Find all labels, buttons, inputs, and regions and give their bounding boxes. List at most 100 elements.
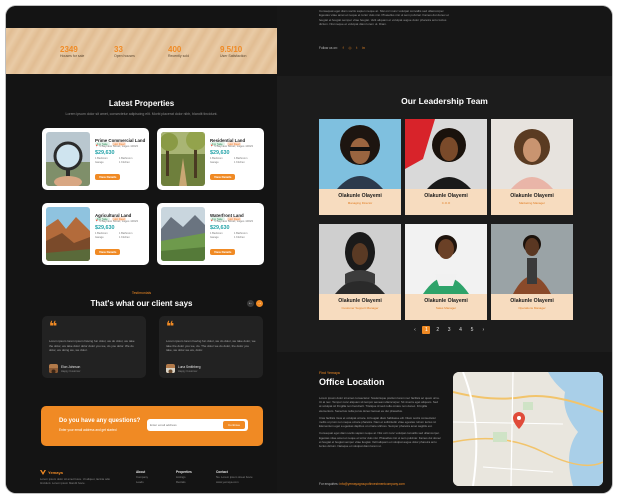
about-text: Consequat eget diam sociis sapien neque … [319,9,449,27]
office-title: Office Location [319,377,385,387]
property-image-canyon [46,207,90,261]
property-details: For Sale Hot Deal Agricultural Land 📍 5 B… [95,207,147,258]
view-details-button[interactable]: View Details [95,249,121,255]
property-address: 📍 5 Bayview Street, Lagos 10023 [95,144,138,148]
footer-brand[interactable]: Yemaya [48,470,63,475]
team-member-role: Sales Manager [435,306,457,310]
property-address-text: 5 Bayview Street, Lagos 10023 [99,144,138,148]
property-address: 📍 5 Bayview Street, Lagos 10023 [95,219,138,223]
newsletter-cta: Do you have any questions? Enter your em… [41,406,263,446]
page-button-5[interactable]: 5 [468,326,476,334]
team-member-photo [405,224,487,294]
view-details-button[interactable]: View Details [210,174,236,180]
property-image-magnifier [46,132,90,186]
cta-title: Do you have any questions? [59,418,141,424]
view-details-button[interactable]: View Details [95,174,121,180]
stat-value: 33 [114,45,123,54]
enquiries-email-link[interactable]: info@yemayagroupofinvestmentcompany.com [339,482,404,486]
property-details: For Sale Hot Deal Waterfront Land 📍 5 Bay… [210,207,262,258]
property-features: 1 Bedroom 1 Bathroom Garage 1 Kitchen [210,232,262,240]
property-card[interactable]: For Sale Hot Deal Prime Commercial Land 📍… [42,128,149,190]
team-member-name: Olakunle Olayemi [424,298,468,304]
view-details-button[interactable]: View Details [210,249,236,255]
property-image-valley [161,207,205,261]
footer-link[interactable]: Leads [136,480,148,485]
footer-link[interactable]: www.yemaya.com [216,480,253,485]
team-member-role: C.O.O [441,201,451,205]
team-member-photo [319,119,401,189]
chevron-left-icon[interactable]: ‹ [411,326,419,334]
enquiries-label: For enquiries: [319,482,339,486]
team-member-name: Olakunle Olayemi [338,193,382,199]
team-member-photo [319,224,401,294]
footer-column-contact: Contact No. Lorem ipsum street fusce www… [216,470,253,485]
property-details: For Sale Hot Deal Residential Land 📍 5 Ba… [210,132,262,183]
team-member-photo [491,224,573,294]
page-button-2[interactable]: 2 [434,326,442,334]
instagram-icon[interactable]: ◎ [349,46,352,50]
team-member-card[interactable]: Olakunle Olayemi Customer Support Manage… [319,224,401,320]
feature-garage: Garage [210,161,219,164]
property-card[interactable]: For Sale Hot Deal Waterfront Land 📍 5 Bay… [157,203,264,265]
team-pagination: ‹ 1 2 3 4 5 › [411,326,489,334]
page-button-4[interactable]: 4 [457,326,465,334]
right-column: Consequat eget diam sociis sapien neque … [277,6,612,493]
testimonial-role: Happy Customer [178,370,198,373]
testimonial-card: ❝ Lorem ipsum lorem ipsum having fun dol… [42,316,146,378]
property-address-text: 5 Bayview Street, Lagos 10023 [214,144,253,148]
property-card[interactable]: For Sale Hot Deal Residential Land 📍 5 Ba… [157,128,264,190]
team-member-name: Olakunle Olayemi [424,193,468,199]
feature-kitchen: 1 Kitchen [234,236,245,239]
follow-us: Follow us on: f ◎ t in [319,46,365,50]
left-column: 2349 Houses for sale 33 Open houses 400 … [6,6,277,493]
stat-label: Open houses [114,54,135,58]
team-member-card[interactable]: Olakunle Olayemi Managing Director [319,119,401,215]
page-button-1[interactable]: 1 [422,326,431,334]
chevron-right-icon[interactable]: › [479,326,487,334]
office-paragraph: Consequat eget diam sociis sapien neque … [319,431,441,449]
team-member-card[interactable]: Olakunle Olayemi Marketing Manager [491,119,573,215]
office-kicker: Find Yemaya [319,371,340,375]
stat-label: Houses for sale [60,54,85,58]
team-member-card[interactable]: Olakunle Olayemi Operations Manager [491,224,573,320]
stat-user-satisfaction: 9.5/10 User Satisfaction [220,45,246,59]
cta-subtitle: Enter your email address and get started [59,428,117,432]
feature-kitchen: 1 Kitchen [234,161,245,164]
team-member-card[interactable]: Olakunle Olayemi Sales Manager [405,224,487,320]
office-map[interactable] [453,372,603,486]
arrow-right-icon: → [257,300,262,306]
testimonial-card: ❝ Lorem ipsum lorem having fun dolor, we… [159,316,263,378]
property-image-forest [161,132,205,186]
office-paragraph: Lorem ipsum dolor sit amet consectetur. … [319,396,440,413]
property-features: 1 Bedroom 1 Bathroom Garage 1 Kitchen [95,157,147,165]
follow-label: Follow us on: [319,46,338,50]
feature-garage: Garage [95,236,104,239]
footer-column-properties: Properties Listings Rentals [176,470,192,485]
stat-label: User Satisfaction [220,54,247,58]
testimonial-prev-button[interactable]: ← [247,300,254,307]
stat-value: 400 [168,45,182,54]
continue-button[interactable]: Continue [222,421,245,429]
testimonials-kicker: Testimonials [131,291,152,295]
footer-link[interactable]: Rentals [176,480,192,485]
property-price: $29,630 [95,150,115,156]
team-member-card[interactable]: Olakunle Olayemi C.O.O [405,119,487,215]
linkedin-icon[interactable]: in [362,46,365,50]
stat-value: 9.5/10 [220,45,243,54]
avatar [166,364,175,373]
facebook-icon[interactable]: f [343,46,344,50]
feature-garage: Garage [95,161,104,164]
property-features: 1 Bedroom 1 Bathroom Garage 1 Kitchen [95,232,147,240]
page-button-3[interactable]: 3 [445,326,453,334]
testimonial-text: Lorem ipsum lorem having fun dolor, we d… [166,339,256,352]
property-card[interactable]: For Sale Hot Deal Agricultural Land 📍 5 B… [42,203,149,265]
email-field[interactable] [150,421,210,429]
team-member-name: Olakunle Olayemi [510,298,554,304]
team-member-photo [405,119,487,189]
twitter-icon[interactable]: t [356,46,357,50]
office-description: Lorem ipsum dolor sit amet consectetur. … [319,396,441,451]
team-title: Our Leadership Team [401,96,488,106]
testimonial-next-button[interactable]: → [256,300,263,307]
stat-label: Recently sold [168,54,190,58]
email-field-wrapper: Continue [147,419,248,431]
